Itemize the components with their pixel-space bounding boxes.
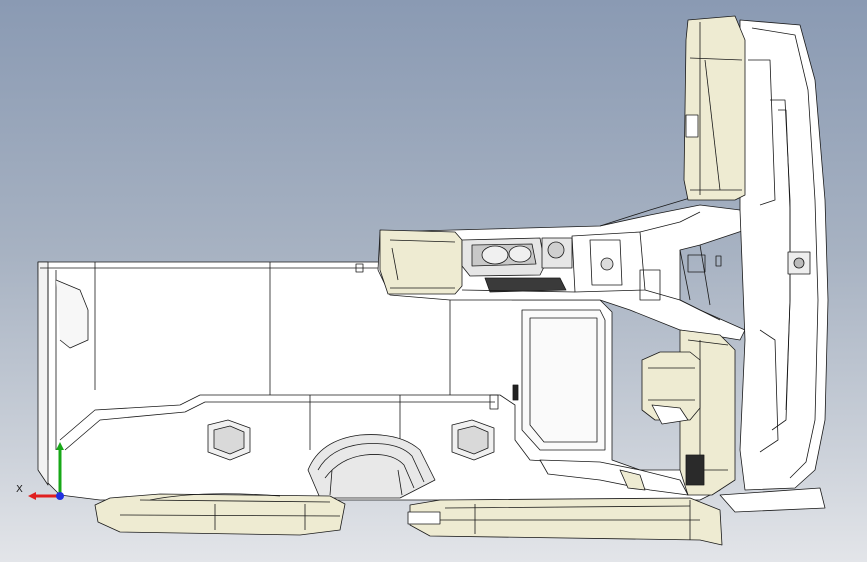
rocker-sill-left [94,493,346,536]
seat-mount-right [451,419,495,461]
seat-mount-left [207,419,251,461]
rocker-sill-right [407,497,723,546]
belt-retractor [641,351,701,425]
rear-sill-end [719,487,826,513]
vehicle-floor-model[interactable] [0,0,867,562]
axis-triad: X [14,440,74,510]
pillar-trim [683,15,746,201]
x-axis-label: X [16,484,23,495]
z-axis-dot [56,492,64,500]
cad-viewport[interactable]: X [0,0,867,562]
axis-triad-icon [28,442,64,500]
right-side-panel [739,19,829,491]
